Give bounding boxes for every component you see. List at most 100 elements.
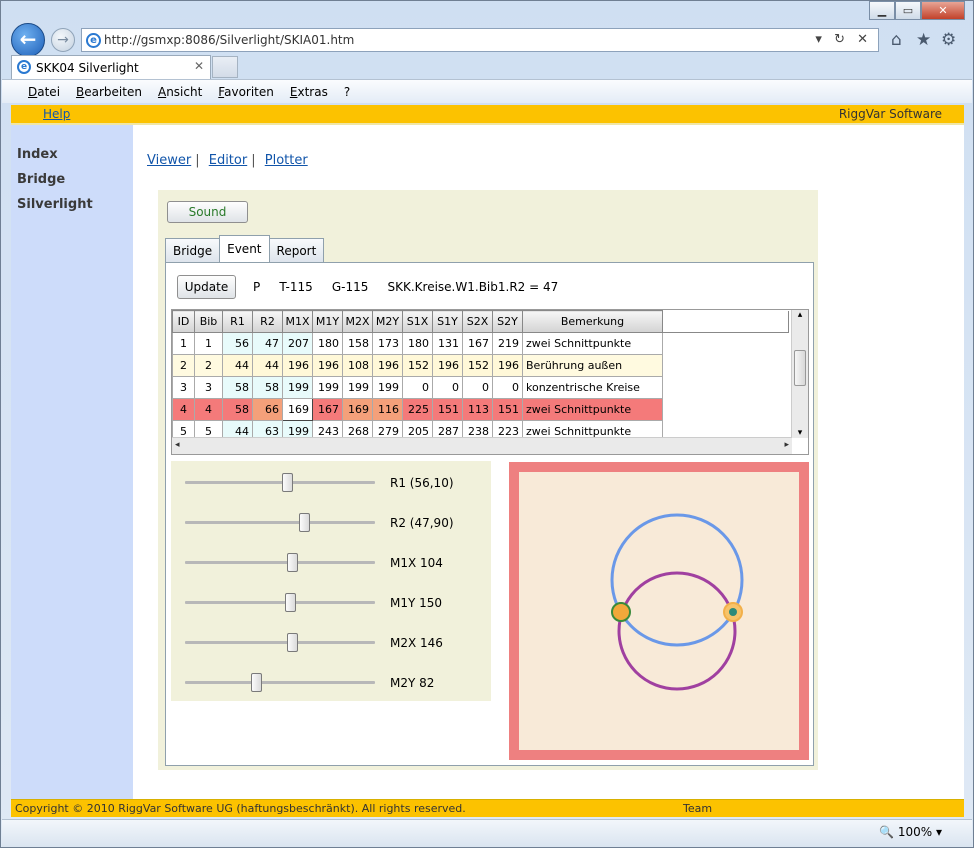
slider-thumb[interactable]: [287, 553, 298, 572]
table-cell[interactable]: 108: [342, 354, 373, 377]
table-cell[interactable]: 207: [282, 332, 313, 355]
address-controls-icon[interactable]: ▾ ↻ ✕: [815, 32, 872, 47]
table-cell[interactable]: 167: [462, 332, 493, 355]
scroll-right-icon[interactable]: ▸: [784, 440, 789, 450]
horizontal-scrollbar[interactable]: ◂ ▸: [172, 437, 792, 454]
forward-button[interactable]: →: [51, 28, 75, 52]
slider-thumb[interactable]: [251, 673, 262, 692]
menu-extras[interactable]: Extras: [290, 85, 328, 99]
help-link[interactable]: Help: [43, 107, 70, 121]
table-cell[interactable]: 196: [372, 354, 403, 377]
slider-thumb[interactable]: [282, 473, 293, 492]
menu-datei[interactable]: Datei: [28, 85, 60, 99]
new-tab-button[interactable]: [212, 56, 238, 78]
table-cell[interactable]: 196: [282, 354, 313, 377]
table-cell[interactable]: 158: [342, 332, 373, 355]
table-cell[interactable]: 196: [492, 354, 523, 377]
grid-header-cell[interactable]: ID: [172, 310, 195, 333]
table-cell[interactable]: Berührung außen: [522, 354, 663, 377]
grid-header-cell[interactable]: Bemerkung: [522, 310, 663, 333]
table-cell[interactable]: 169: [282, 398, 313, 421]
home-icon[interactable]: ⌂: [891, 30, 902, 50]
table-cell[interactable]: konzentrische Kreise: [522, 376, 663, 399]
grid-header-cell[interactable]: M1Y: [312, 310, 343, 333]
editor-link[interactable]: Editor: [209, 153, 247, 168]
table-cell[interactable]: 199: [312, 376, 343, 399]
sound-button[interactable]: Sound: [167, 201, 248, 223]
table-cell[interactable]: 180: [312, 332, 343, 355]
table-cell[interactable]: 1: [194, 332, 223, 355]
table-cell[interactable]: 3: [172, 376, 195, 399]
slider-track[interactable]: [185, 641, 375, 644]
table-cell[interactable]: 4: [172, 398, 195, 421]
scroll-up-icon[interactable]: ▴: [792, 310, 808, 324]
grid-header-cell[interactable]: M2Y: [372, 310, 403, 333]
table-cell[interactable]: 199: [282, 376, 313, 399]
table-cell[interactable]: 44: [222, 354, 253, 377]
table-cell[interactable]: 4: [194, 398, 223, 421]
table-cell[interactable]: zwei Schnittpunkte: [522, 398, 663, 421]
grid-header-cell[interactable]: R2: [252, 310, 283, 333]
table-cell[interactable]: 58: [222, 398, 253, 421]
grid-header-cell[interactable]: M2X: [342, 310, 373, 333]
sidebar-item-index[interactable]: Index: [17, 147, 58, 162]
grid-header-cell[interactable]: M1X: [282, 310, 313, 333]
scroll-down-icon[interactable]: ▾: [792, 428, 808, 438]
grid-header-cell[interactable]: R1: [222, 310, 253, 333]
table-cell[interactable]: 219: [492, 332, 523, 355]
zoom-control[interactable]: 🔍 100% ▾: [879, 825, 942, 839]
table-cell[interactable]: 225: [402, 398, 433, 421]
table-row[interactable]: 3 3 58 58 199 199 199 199 0 0 0 0 konzentrische Krei…: [172, 376, 789, 399]
table-cell[interactable]: 2: [194, 354, 223, 377]
table-cell[interactable]: 66: [252, 398, 283, 421]
back-button[interactable]: ←: [11, 23, 45, 57]
slider-track[interactable]: [185, 481, 375, 484]
table-cell[interactable]: 180: [402, 332, 433, 355]
tab-event[interactable]: Event: [219, 235, 270, 262]
slider-thumb[interactable]: [287, 633, 298, 652]
browser-tab[interactable]: e SKK04 Silverlight ✕: [11, 55, 211, 79]
table-cell[interactable]: 1: [172, 332, 195, 355]
viewer-link[interactable]: Viewer: [147, 153, 191, 168]
menu-ansicht[interactable]: Ansicht: [158, 85, 202, 99]
table-cell[interactable]: 151: [492, 398, 523, 421]
sidebar-item-bridge[interactable]: Bridge: [17, 172, 65, 187]
grid-header-cell[interactable]: S1Y: [432, 310, 463, 333]
table-cell[interactable]: 44: [252, 354, 283, 377]
update-button[interactable]: Update: [177, 275, 236, 299]
table-row[interactable]: 4 4 58 66 169 167 169 116 225 151 113 151 zwei Schni…: [172, 398, 789, 421]
table-cell[interactable]: 0: [462, 376, 493, 399]
slider-track[interactable]: [185, 521, 375, 524]
table-cell[interactable]: 151: [432, 398, 463, 421]
slider-track[interactable]: [185, 681, 375, 684]
menu-help[interactable]: ?: [344, 85, 350, 99]
table-row[interactable]: 2 2 44 44 196 196 108 196 152 196 152 196 Berührung …: [172, 354, 789, 377]
tab-bridge[interactable]: Bridge: [165, 238, 221, 262]
close-window-button[interactable]: ✕: [921, 1, 965, 20]
tab-report[interactable]: Report: [268, 238, 325, 262]
table-cell[interactable]: 0: [492, 376, 523, 399]
table-cell[interactable]: 131: [432, 332, 463, 355]
slider-track[interactable]: [185, 601, 375, 604]
table-cell[interactable]: 0: [432, 376, 463, 399]
slider-track[interactable]: [185, 561, 375, 564]
address-bar[interactable]: e http://gsmxp:8086/Silverlight/SKIA01.h…: [81, 28, 879, 52]
favorites-icon[interactable]: ★: [916, 30, 931, 50]
table-cell[interactable]: 196: [312, 354, 343, 377]
table-cell[interactable]: 58: [222, 376, 253, 399]
minimize-button[interactable]: ▁: [869, 1, 895, 20]
table-cell[interactable]: 199: [342, 376, 373, 399]
table-cell[interactable]: 167: [312, 398, 343, 421]
table-cell[interactable]: 199: [372, 376, 403, 399]
zoom-dropdown-icon[interactable]: ▾: [936, 825, 942, 839]
vertical-scroll-thumb[interactable]: [794, 350, 806, 386]
menu-favoriten[interactable]: Favoriten: [218, 85, 274, 99]
grid-header-cell[interactable]: S1X: [402, 310, 433, 333]
table-cell[interactable]: 173: [372, 332, 403, 355]
table-cell[interactable]: 116: [372, 398, 403, 421]
table-cell[interactable]: 196: [432, 354, 463, 377]
plotter-link[interactable]: Plotter: [265, 153, 308, 168]
table-cell[interactable]: 152: [462, 354, 493, 377]
table-cell[interactable]: 47: [252, 332, 283, 355]
grid-header-cell[interactable]: Bib: [194, 310, 223, 333]
